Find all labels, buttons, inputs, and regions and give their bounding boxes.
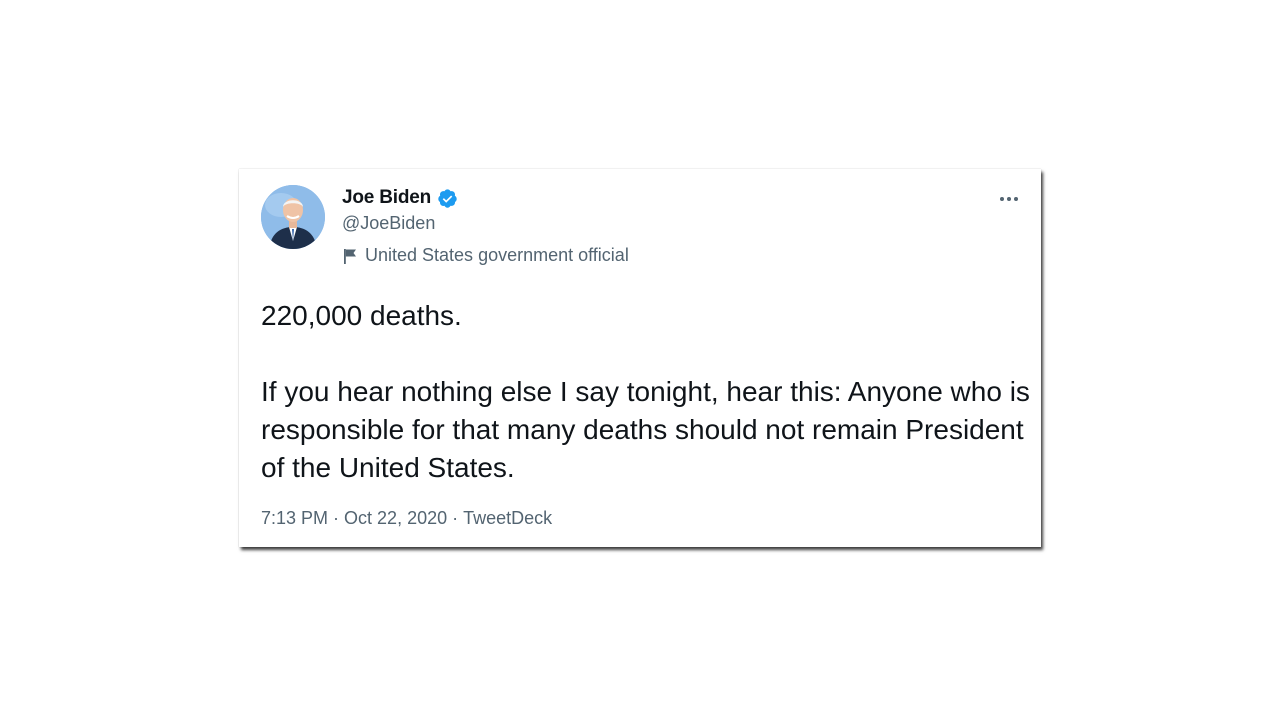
- tweet-card: Joe Biden @JoeBiden United States govern…: [239, 169, 1041, 547]
- tweet-time[interactable]: 7:13 PM: [261, 508, 328, 529]
- author-name-row[interactable]: Joe Biden: [342, 185, 458, 211]
- avatar-image: [261, 185, 325, 249]
- username-handle[interactable]: @JoeBiden: [342, 213, 435, 234]
- tweet-source[interactable]: TweetDeck: [463, 508, 552, 529]
- screenshot-canvas: Joe Biden @JoeBiden United States govern…: [0, 0, 1280, 714]
- tweet-date[interactable]: Oct 22, 2020: [344, 508, 447, 529]
- tweet-paragraph: If you hear nothing else I say tonight, …: [261, 376, 1030, 483]
- separator: ·: [452, 508, 459, 528]
- avatar[interactable]: [261, 185, 325, 249]
- tweet-metadata: 7:13 PM · Oct 22, 2020 · TweetDeck: [261, 508, 552, 529]
- display-name[interactable]: Joe Biden: [342, 187, 431, 209]
- more-options-icon: [1000, 197, 1018, 201]
- more-options-button[interactable]: [997, 187, 1021, 211]
- verified-badge-icon: [437, 188, 458, 209]
- flag-icon: [342, 247, 358, 265]
- account-label[interactable]: United States government official: [342, 245, 629, 266]
- tweet-paragraph: 220,000 deaths.: [261, 300, 462, 331]
- tweet-text: 220,000 deaths. If you hear nothing else…: [261, 297, 1031, 487]
- separator: ·: [333, 508, 340, 528]
- account-label-text: United States government official: [365, 245, 629, 265]
